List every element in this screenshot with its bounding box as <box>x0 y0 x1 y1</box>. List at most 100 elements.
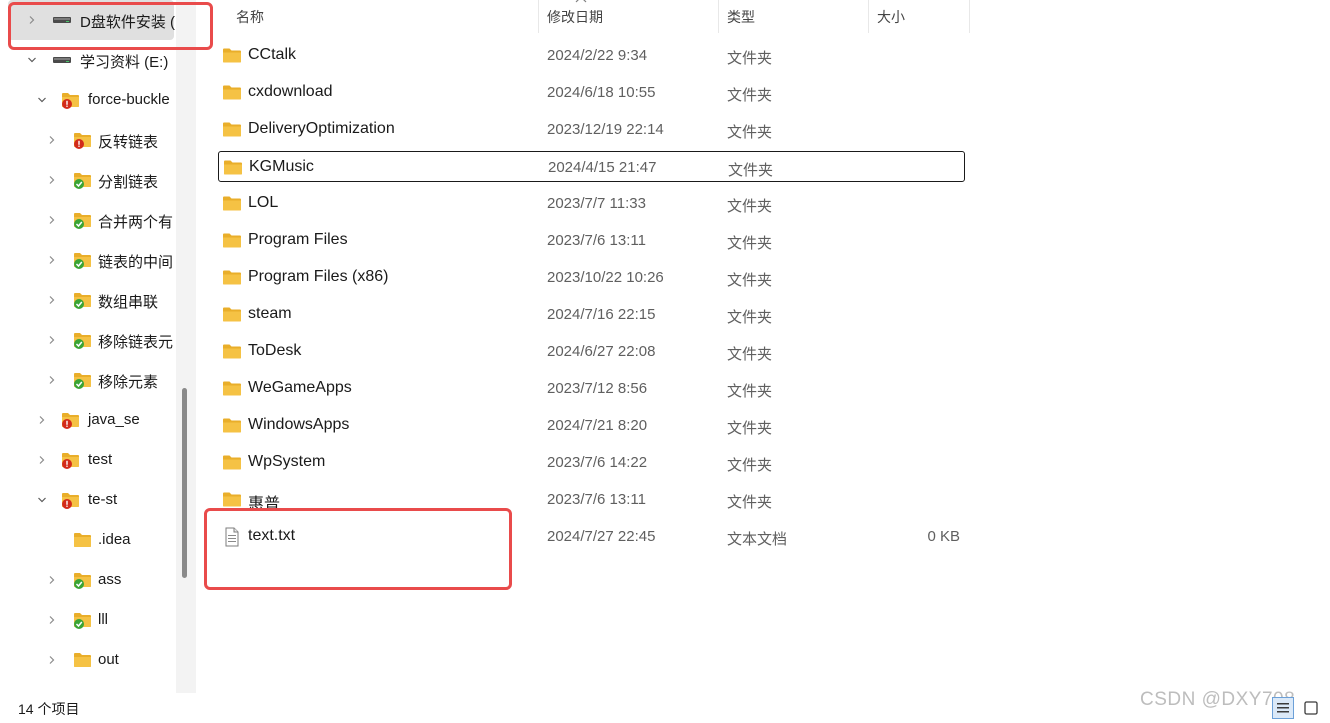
file-row[interactable]: cxdownload 2024/6/18 10:55 文件夹 <box>218 77 965 108</box>
column-header: 名称 修改日期 类型 大小 <box>196 0 970 33</box>
chevron-down-icon[interactable] <box>24 52 40 68</box>
chevron-right-icon[interactable] <box>44 612 60 628</box>
nav-item[interactable]: test <box>0 440 176 480</box>
folder-conflict-icon <box>60 90 80 110</box>
file-name: Program Files (x86) <box>248 268 389 285</box>
nav-item[interactable]: 移除链表元 <box>0 320 176 360</box>
folder-icon <box>223 158 243 176</box>
chevron-right-icon[interactable] <box>44 652 60 668</box>
folder-conflict-icon <box>60 490 80 510</box>
tiles-view-button[interactable] <box>1300 697 1322 719</box>
column-header-date[interactable]: 修改日期 <box>547 0 603 33</box>
chevron-right-icon[interactable] <box>44 132 60 148</box>
chevron-right-icon[interactable] <box>44 332 60 348</box>
file-row[interactable]: LOL 2023/7/7 11:33 文件夹 <box>218 188 965 219</box>
nav-item-label: 移除元素 <box>98 374 159 391</box>
folder-icon <box>222 305 242 323</box>
file-date: 2024/6/27 22:08 <box>547 343 656 360</box>
file-row[interactable]: steam 2024/7/16 22:15 文件夹 <box>218 299 965 330</box>
nav-item-label: 数组串联 <box>98 294 159 311</box>
file-row[interactable]: CCtalk 2024/2/22 9:34 文件夹 <box>218 40 965 71</box>
nav-item[interactable]: lll <box>0 600 176 640</box>
chevron-right-icon[interactable] <box>44 292 60 308</box>
chevron-right-icon[interactable] <box>44 172 60 188</box>
folder-icon <box>222 490 242 508</box>
nav-item[interactable]: 移除元素 <box>0 360 176 400</box>
column-divider[interactable] <box>868 0 869 33</box>
file-name: LOL <box>248 194 279 211</box>
navigation-scrollbar-thumb[interactable] <box>182 388 187 578</box>
nav-item[interactable]: ass <box>0 560 176 600</box>
file-row[interactable]: WindowsApps 2024/7/21 8:20 文件夹 <box>218 410 965 441</box>
column-divider[interactable] <box>969 0 970 33</box>
chevron-right-icon[interactable] <box>44 372 60 388</box>
nav-item[interactable]: out <box>0 640 176 680</box>
chevron-right-icon[interactable] <box>44 252 60 268</box>
file-row[interactable]: WeGameApps 2023/7/12 8:56 文件夹 <box>218 373 965 404</box>
file-row[interactable]: WpSystem 2023/7/6 14:22 文件夹 <box>218 447 965 478</box>
folder-synced-icon <box>72 570 92 590</box>
nav-item[interactable]: te-st <box>0 480 176 520</box>
file-type: 文件夹 <box>727 346 773 363</box>
file-date: 2023/7/12 8:56 <box>547 380 648 397</box>
nav-item-label: 学习资料 (E:) <box>80 54 169 71</box>
nav-item-label: ass <box>98 571 122 588</box>
chevron-down-icon[interactable] <box>34 492 50 508</box>
folder-icon <box>222 268 242 286</box>
navigation-pane: D盘软件安装 ( 学习资料 (E:) force-buckle 反转链表 分割链… <box>0 0 176 693</box>
chevron-right-icon[interactable] <box>44 212 60 228</box>
file-name: Program Files <box>248 231 348 248</box>
file-name: steam <box>248 305 292 322</box>
details-view-button[interactable] <box>1272 697 1294 719</box>
file-type: 文件夹 <box>727 457 773 474</box>
file-name: CCtalk <box>248 46 297 63</box>
column-header-type[interactable]: 类型 <box>727 0 755 33</box>
file-date: 2024/7/21 8:20 <box>547 417 648 434</box>
column-divider[interactable] <box>718 0 719 33</box>
folder-synced-icon <box>72 170 92 190</box>
nav-item-label: .idea <box>98 531 131 548</box>
nav-item[interactable]: .idea <box>0 520 176 560</box>
nav-item-label: 移除链表元 <box>98 334 174 351</box>
nav-item[interactable]: force-buckle <box>0 80 176 120</box>
file-type: 文件夹 <box>727 420 773 437</box>
chevron-right-icon[interactable] <box>34 452 50 468</box>
chevron-right-icon[interactable] <box>34 412 50 428</box>
nav-item[interactable]: 分割链表 <box>0 160 176 200</box>
file-name: DeliveryOptimization <box>248 120 395 137</box>
folder-icon <box>222 46 242 64</box>
folder-icon <box>222 120 242 138</box>
file-type: 文件夹 <box>727 124 773 141</box>
file-row[interactable]: Program Files (x86) 2023/10/22 10:26 文件夹 <box>218 262 965 293</box>
navigation-scrollbar-track[interactable] <box>176 0 196 693</box>
folder-synced-icon <box>72 610 92 630</box>
file-size: 0 KB <box>927 528 960 545</box>
file-date: 2023/7/6 14:22 <box>547 454 648 471</box>
file-date: 2024/2/22 9:34 <box>547 47 648 64</box>
drive-icon <box>52 50 72 70</box>
nav-item-label: te-st <box>88 491 118 508</box>
nav-item[interactable]: 合并两个有 <box>0 200 176 240</box>
file-row[interactable]: DeliveryOptimization 2023/12/19 22:14 文件夹 <box>218 114 965 145</box>
nav-item[interactable]: 链表的中间 <box>0 240 176 280</box>
file-name: WpSystem <box>248 453 326 470</box>
column-header-size[interactable]: 大小 <box>877 0 905 33</box>
nav-item-label: java_se <box>88 411 140 428</box>
folder-synced-icon <box>72 330 92 350</box>
file-date: 2024/7/27 22:45 <box>547 528 656 545</box>
chevron-down-icon[interactable] <box>34 92 50 108</box>
file-row[interactable]: Program Files 2023/7/6 13:11 文件夹 <box>218 225 965 256</box>
file-row[interactable]: ToDesk 2024/6/27 22:08 文件夹 <box>218 336 965 367</box>
column-header-name[interactable]: 名称 <box>236 0 264 33</box>
nav-item[interactable]: 数组串联 <box>0 280 176 320</box>
column-divider[interactable] <box>538 0 539 33</box>
highlight-box-file <box>204 508 512 590</box>
file-type: 文件夹 <box>727 235 773 252</box>
file-name: WindowsApps <box>248 416 350 433</box>
folder-icon <box>222 194 242 212</box>
nav-item[interactable]: java_se <box>0 400 176 440</box>
file-row[interactable]: KGMusic 2024/4/15 21:47 文件夹 <box>218 151 965 182</box>
nav-item-label: 合并两个有 <box>98 214 174 231</box>
nav-item[interactable]: 反转链表 <box>0 120 176 160</box>
chevron-right-icon[interactable] <box>44 572 60 588</box>
